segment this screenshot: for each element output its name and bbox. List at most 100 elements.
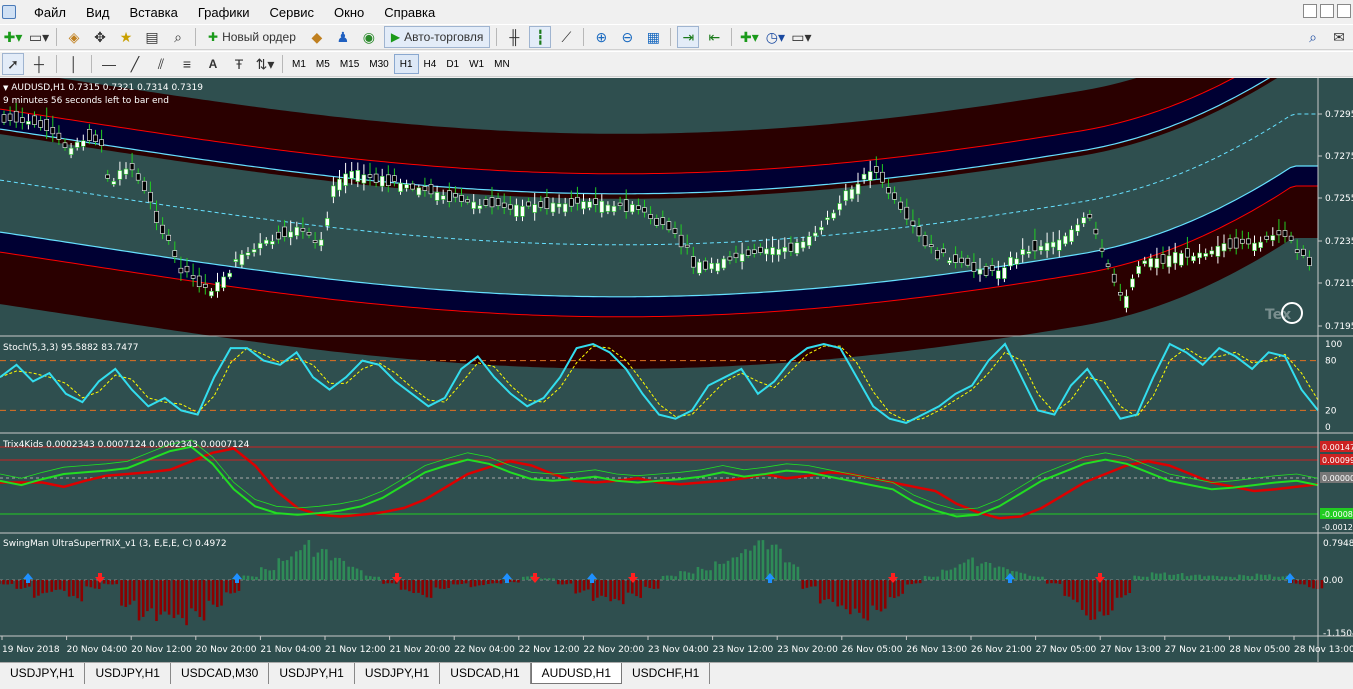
fibonacci-icon[interactable]: ≡ [176, 53, 198, 75]
histogram-bar [429, 580, 433, 598]
menu-file[interactable]: Файл [24, 5, 76, 20]
timeframe-m5[interactable]: M5 [311, 54, 335, 74]
indicators-icon[interactable]: ✚▾ [738, 26, 760, 48]
restore-button[interactable] [1320, 4, 1334, 18]
histogram-bar [425, 580, 429, 598]
tile-windows-icon[interactable]: ▦ [642, 26, 664, 48]
candle-body [1258, 241, 1263, 248]
periods-icon[interactable]: ◷▾ [764, 26, 786, 48]
histogram-bar [1163, 572, 1166, 580]
timeframe-d1[interactable]: D1 [441, 54, 464, 74]
candle-body [1294, 249, 1300, 253]
tab-audusd-h1[interactable]: AUDUSD,H1 [530, 663, 623, 684]
chart-window[interactable]: 100 80 20 0 0.00147 0.00099 0.00000 -0.0008 -0.… [0, 3, 1353, 662]
candle-body [276, 231, 281, 240]
vps-icon[interactable]: ◉ [358, 26, 380, 48]
zoom-out-icon[interactable]: ⊖ [616, 26, 638, 48]
zoom-in-icon[interactable]: ⊕ [590, 26, 612, 48]
chat-icon[interactable]: ✉ [1328, 26, 1350, 48]
new-chart-icon[interactable]: ✚▾ [2, 26, 24, 48]
histogram-bar [849, 580, 852, 615]
bar-chart-icon[interactable]: ╫ [503, 26, 525, 48]
candle-body [861, 173, 867, 180]
trix4kids-pane[interactable]: 0.00147 0.00099 0.00000 -0.0008 -0.00127 [0, 439, 1353, 532]
candle-body [489, 197, 495, 208]
profiles-icon[interactable]: ▭▾ [28, 26, 50, 48]
strategy-tester-icon[interactable]: ⌕ [167, 26, 189, 48]
autotrading-button[interactable]: ▶ Авто-торговля [383, 26, 491, 48]
candle-body [209, 290, 214, 297]
menu-insert[interactable]: Вставка [120, 5, 188, 20]
candle-body [995, 270, 1001, 279]
histogram-bar [268, 570, 271, 580]
new-order-icon: ✚ [208, 30, 219, 44]
menu-bar: Файл Вид Вставка Графики Сервис Окно Спр… [0, 0, 1353, 24]
timeframe-w1[interactable]: W1 [464, 54, 489, 74]
histogram-bar [194, 580, 197, 612]
tab-usdjpy-h1[interactable]: USDJPY,H1 [355, 663, 441, 684]
candle-body [556, 203, 562, 208]
line-chart-icon[interactable]: ⟋ [555, 26, 577, 48]
histogram-bar [936, 576, 939, 580]
templates-icon[interactable]: ▭▾ [790, 26, 812, 48]
timeframe-m1[interactable]: M1 [287, 54, 311, 74]
tab-usdjpy-h1[interactable]: USDJPY,H1 [85, 663, 171, 684]
data-window-icon[interactable]: ✥ [89, 26, 111, 48]
candle-body [947, 260, 952, 264]
timeframe-m15[interactable]: M15 [335, 54, 364, 74]
cursor-icon[interactable]: ➚ [2, 53, 24, 75]
histogram-bar [499, 580, 503, 584]
candlestick-icon[interactable]: ┇ [529, 26, 552, 48]
menu-help[interactable]: Справка [374, 5, 445, 20]
histogram-bar [1150, 572, 1154, 580]
horizontal-line-icon[interactable]: — [98, 53, 120, 75]
navigator-icon[interactable]: ★ [115, 26, 137, 48]
tab-usdcad-m30[interactable]: USDCAD,M30 [171, 663, 270, 684]
histogram-bar [1255, 573, 1259, 580]
histogram-bar [735, 557, 739, 580]
arrows-icon[interactable]: ⇅▾ [254, 53, 276, 75]
text-label-icon[interactable]: Ŧ [228, 53, 250, 75]
menu-tools[interactable]: Сервис [260, 5, 325, 20]
price-tick-label: 0.7215 [1325, 279, 1353, 289]
close-button[interactable] [1337, 4, 1351, 18]
candle-body [636, 205, 641, 210]
tab-usdjpy-h1[interactable]: USDJPY,H1 [269, 663, 355, 684]
terminal-icon[interactable]: ▤ [141, 26, 163, 48]
search-icon[interactable]: ⌕ [1302, 26, 1324, 48]
auto-scroll-icon[interactable]: ⇥ [677, 26, 700, 48]
timeframe-h4[interactable]: H4 [419, 54, 442, 74]
tab-usdcad-h1[interactable]: USDCAD,H1 [440, 663, 531, 684]
time-label: 20 Nov 20:00 [196, 645, 257, 655]
metaeditor-icon[interactable]: ◆ [306, 26, 328, 48]
menu-view[interactable]: Вид [76, 5, 120, 20]
timeframe-m30[interactable]: M30 [364, 54, 393, 74]
stoch-level-label: 80 [1325, 357, 1337, 367]
histogram-bar [1246, 575, 1250, 580]
histogram-bar [565, 580, 568, 585]
menu-window[interactable]: Окно [324, 5, 374, 20]
timeframe-mn[interactable]: MN [489, 54, 515, 74]
crosshair-icon[interactable]: ┼ [28, 53, 50, 75]
candle-body [1099, 247, 1105, 252]
candle-body [575, 196, 580, 204]
signals-icon[interactable]: ♟ [332, 26, 354, 48]
menu-charts[interactable]: Графики [188, 5, 260, 20]
histogram-bar [591, 580, 595, 601]
market-watch-icon[interactable]: ◈ [63, 26, 85, 48]
vertical-line-icon[interactable]: │ [63, 53, 85, 75]
equidistant-channel-icon[interactable]: ⫽ [150, 53, 172, 75]
tab-usdjpy-h1[interactable]: USDJPY,H1 [0, 663, 86, 684]
tab-usdchf-h1[interactable]: USDCHF,H1 [622, 663, 711, 684]
price-pane[interactable] [0, 3, 1318, 369]
new-order-button[interactable]: ✚ Новый ордер [202, 26, 302, 48]
swingman-pane[interactable]: 0.7948 0.00 -1.1504 [0, 539, 1353, 639]
text-icon[interactable]: A [202, 53, 224, 75]
chart-canvas[interactable]: 100 80 20 0 0.00147 0.00099 0.00000 -0.0008 -0.… [0, 3, 1353, 662]
minimize-button[interactable] [1303, 4, 1317, 18]
timeframe-h1[interactable]: H1 [393, 54, 419, 74]
trendline-icon[interactable]: ╱ [124, 53, 146, 75]
chart-shift-icon[interactable]: ⇤ [703, 26, 725, 48]
time-label: 22 Nov 04:00 [454, 645, 515, 655]
histogram-bar [949, 569, 953, 580]
